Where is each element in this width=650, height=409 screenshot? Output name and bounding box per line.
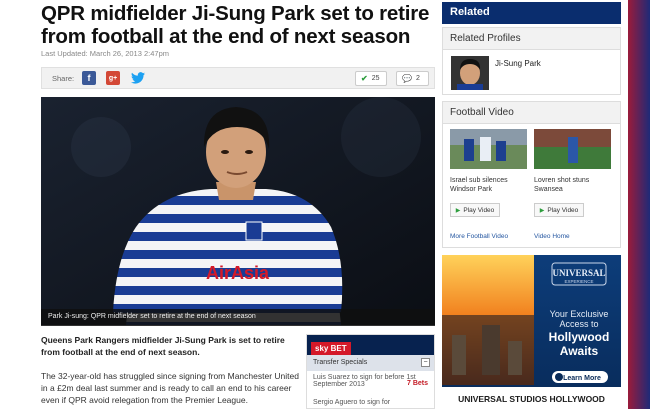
- video-home-link[interactable]: Video Home: [534, 233, 570, 240]
- last-updated: Last Updated: March 26, 2013 2:47pm: [41, 49, 169, 58]
- ad-tagline-3: Hollywood: [549, 330, 610, 344]
- comment-count: 2: [415, 75, 420, 82]
- play-icon: ▶: [455, 207, 461, 214]
- skybet-logo[interactable]: sky BET: [311, 342, 351, 356]
- skybet-widget: sky BET Transfer Specials − Luis Suarez …: [306, 334, 435, 409]
- like-counter[interactable]: ✔ 25: [355, 71, 387, 86]
- share-label: Share:: [52, 74, 75, 83]
- article-hero-image: AirAsia: [41, 97, 435, 325]
- video-thumbnail[interactable]: [534, 129, 611, 169]
- bet-row[interactable]: Luis Suarez to sign for before 1st Septe…: [307, 371, 434, 388]
- comment-counter[interactable]: 💬 2: [396, 71, 429, 86]
- collapse-icon[interactable]: −: [421, 358, 430, 367]
- checkmark-icon: ✔: [361, 74, 368, 83]
- ad-brand: UNIVERSAL: [552, 268, 605, 278]
- share-bar: Share: f g+ ✔ 25 💬 2: [41, 67, 435, 89]
- comment-icon: 💬: [402, 74, 412, 83]
- bet-odds[interactable]: 7 Bets: [407, 380, 428, 387]
- article-body-paragraph: The 32-year-old has struggled since sign…: [41, 371, 299, 405]
- facebook-icon[interactable]: f: [82, 71, 96, 85]
- more-football-video-link[interactable]: More Football Video: [450, 233, 508, 240]
- ad-cta: Learn More: [563, 375, 601, 382]
- play-video-button[interactable]: ▶ Play Video: [450, 203, 500, 217]
- football-video-panel: Football Video Israel sub silences Winds…: [442, 101, 621, 248]
- transfer-specials-tab[interactable]: Transfer Specials −: [307, 355, 434, 371]
- ad-footer: UNIVERSAL STUDIOS HOLLYWOOD: [458, 394, 605, 404]
- football-video-title: Football Video: [443, 102, 620, 124]
- play-video-button[interactable]: ▶ Play Video: [534, 203, 584, 217]
- ad-tagline-2: Access to: [559, 319, 598, 329]
- universal-studios-ad[interactable]: UNIVERSAL EXPERIENCE Your Exclusive Acce…: [442, 255, 621, 409]
- ad-tagline-1: Your Exclusive: [550, 309, 609, 319]
- article-headline: QPR midfielder Ji-Sung Park set to retir…: [41, 2, 430, 48]
- bet-row[interactable]: Sergio Aguero to sign for: [307, 396, 434, 408]
- googleplus-icon[interactable]: g+: [106, 71, 120, 85]
- image-caption: Park Ji-sung: QPR midfielder set to reti…: [41, 309, 435, 326]
- ad-brand-sub: EXPERIENCE: [564, 279, 593, 284]
- like-count: 25: [371, 75, 380, 82]
- video-caption[interactable]: Lovren shot stuns Swansea: [534, 176, 611, 194]
- shirt-sponsor-text: AirAsia: [206, 263, 270, 283]
- ad-tagline-4: Awaits: [560, 344, 599, 358]
- ad-arrow-icon: [555, 373, 563, 381]
- profile-avatar[interactable]: [451, 56, 489, 90]
- skybet-header: sky BET: [307, 335, 434, 356]
- related-header: Related: [442, 2, 621, 24]
- article-lede: Queens Park Rangers midfielder Ji-Sung P…: [41, 335, 285, 357]
- profile-link[interactable]: Ji-Sung Park: [495, 59, 541, 68]
- twitter-icon[interactable]: [131, 71, 145, 85]
- play-icon: ▶: [539, 207, 545, 214]
- related-profiles-title: Related Profiles: [443, 28, 620, 50]
- video-caption[interactable]: Israel sub silences Windsor Park: [450, 176, 527, 194]
- video-thumbnail[interactable]: [450, 129, 527, 169]
- related-profiles-panel: Related Profiles Ji-Sung Park: [442, 27, 621, 95]
